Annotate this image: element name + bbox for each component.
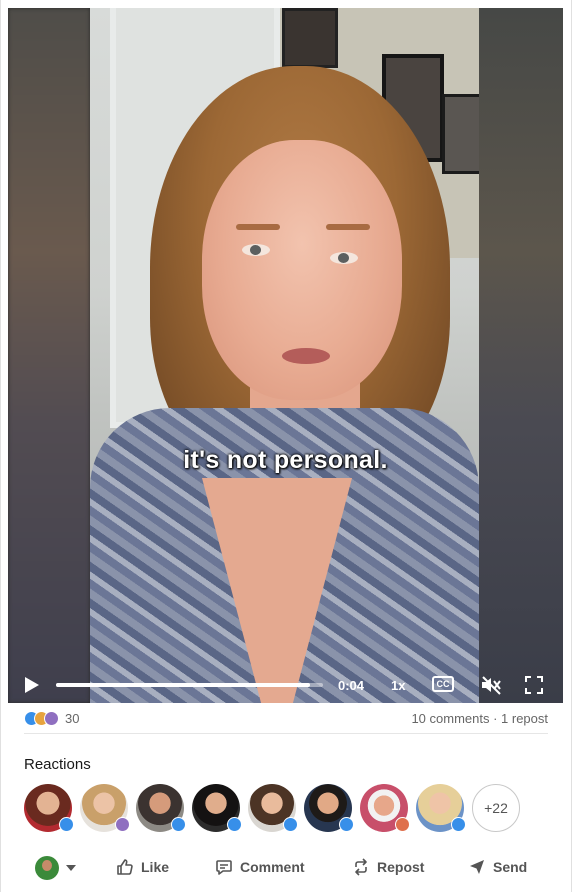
reactor-avatar[interactable]: [80, 784, 130, 832]
repost-button[interactable]: Repost: [352, 858, 424, 876]
like-badge-icon: [227, 817, 242, 832]
like-badge-icon: [339, 817, 354, 832]
closed-captions-button[interactable]: CC: [432, 676, 454, 692]
like-badge-icon: [171, 817, 186, 832]
comment-label: Comment: [240, 859, 305, 875]
reactor-avatar[interactable]: [248, 784, 298, 832]
actor-avatar[interactable]: [35, 856, 59, 880]
video-blur-right: [479, 8, 563, 703]
like-badge-icon: [283, 817, 298, 832]
reactions-heading: Reactions: [24, 756, 91, 773]
video-blur-left: [8, 8, 90, 703]
play-icon[interactable]: [25, 677, 39, 693]
reactor-avatars: +22: [24, 784, 524, 834]
like-badge-icon: [59, 817, 74, 832]
video-caption: it's not personal.: [183, 446, 388, 474]
love-badge-icon: [395, 817, 410, 832]
comment-button[interactable]: Comment: [215, 858, 305, 876]
reaction-icons[interactable]: [24, 711, 70, 727]
post-actions-bar: Like Comment Repost Send: [1, 848, 572, 888]
reactor-avatar[interactable]: [136, 784, 186, 832]
comments-reposts-count[interactable]: 10 comments · 1 repost: [411, 711, 548, 726]
send-icon: [470, 860, 484, 874]
reactor-avatar[interactable]: [192, 784, 242, 832]
video-progress-bar[interactable]: [56, 683, 323, 687]
playback-speed-button[interactable]: 1x: [391, 678, 405, 693]
send-button[interactable]: Send: [468, 858, 527, 876]
video-controls: 0:04 1x CC: [8, 658, 563, 703]
muted-speaker-icon[interactable]: [480, 675, 502, 695]
chevron-down-icon[interactable]: [66, 865, 76, 871]
more-reactors-button[interactable]: +22: [472, 784, 520, 832]
video-time: 0:04: [338, 678, 365, 693]
person-mouth: [282, 348, 330, 364]
insightful-badge-icon: [115, 817, 130, 832]
like-badge-icon: [451, 817, 466, 832]
reactor-avatar[interactable]: [304, 784, 354, 832]
video-frame: [90, 8, 479, 703]
reactor-avatar[interactable]: [416, 784, 466, 832]
like-label: Like: [141, 859, 170, 875]
reaction-count[interactable]: 30: [65, 711, 79, 726]
send-label: Send: [493, 859, 528, 875]
like-button[interactable]: Like: [116, 858, 169, 876]
picture-frame: [282, 8, 338, 68]
insightful-reaction-icon: [44, 711, 59, 726]
social-counts-bar: 30 10 comments · 1 repost: [24, 708, 548, 734]
picture-frame: [442, 94, 479, 174]
reactor-avatar[interactable]: [360, 784, 410, 832]
repost-label: Repost: [377, 859, 425, 875]
fullscreen-icon[interactable]: [525, 676, 543, 694]
comment-icon: [216, 860, 232, 875]
repost-icon: [355, 858, 367, 876]
video-progress-fill: [56, 683, 310, 687]
person-face: [202, 140, 402, 400]
reactor-avatar[interactable]: [24, 784, 74, 832]
video-player[interactable]: it's not personal. 0:04 1x CC: [8, 8, 563, 703]
feed-post-card: it's not personal. 0:04 1x CC 30 10 comm…: [0, 0, 572, 892]
thumbs-up-icon: [117, 859, 133, 875]
